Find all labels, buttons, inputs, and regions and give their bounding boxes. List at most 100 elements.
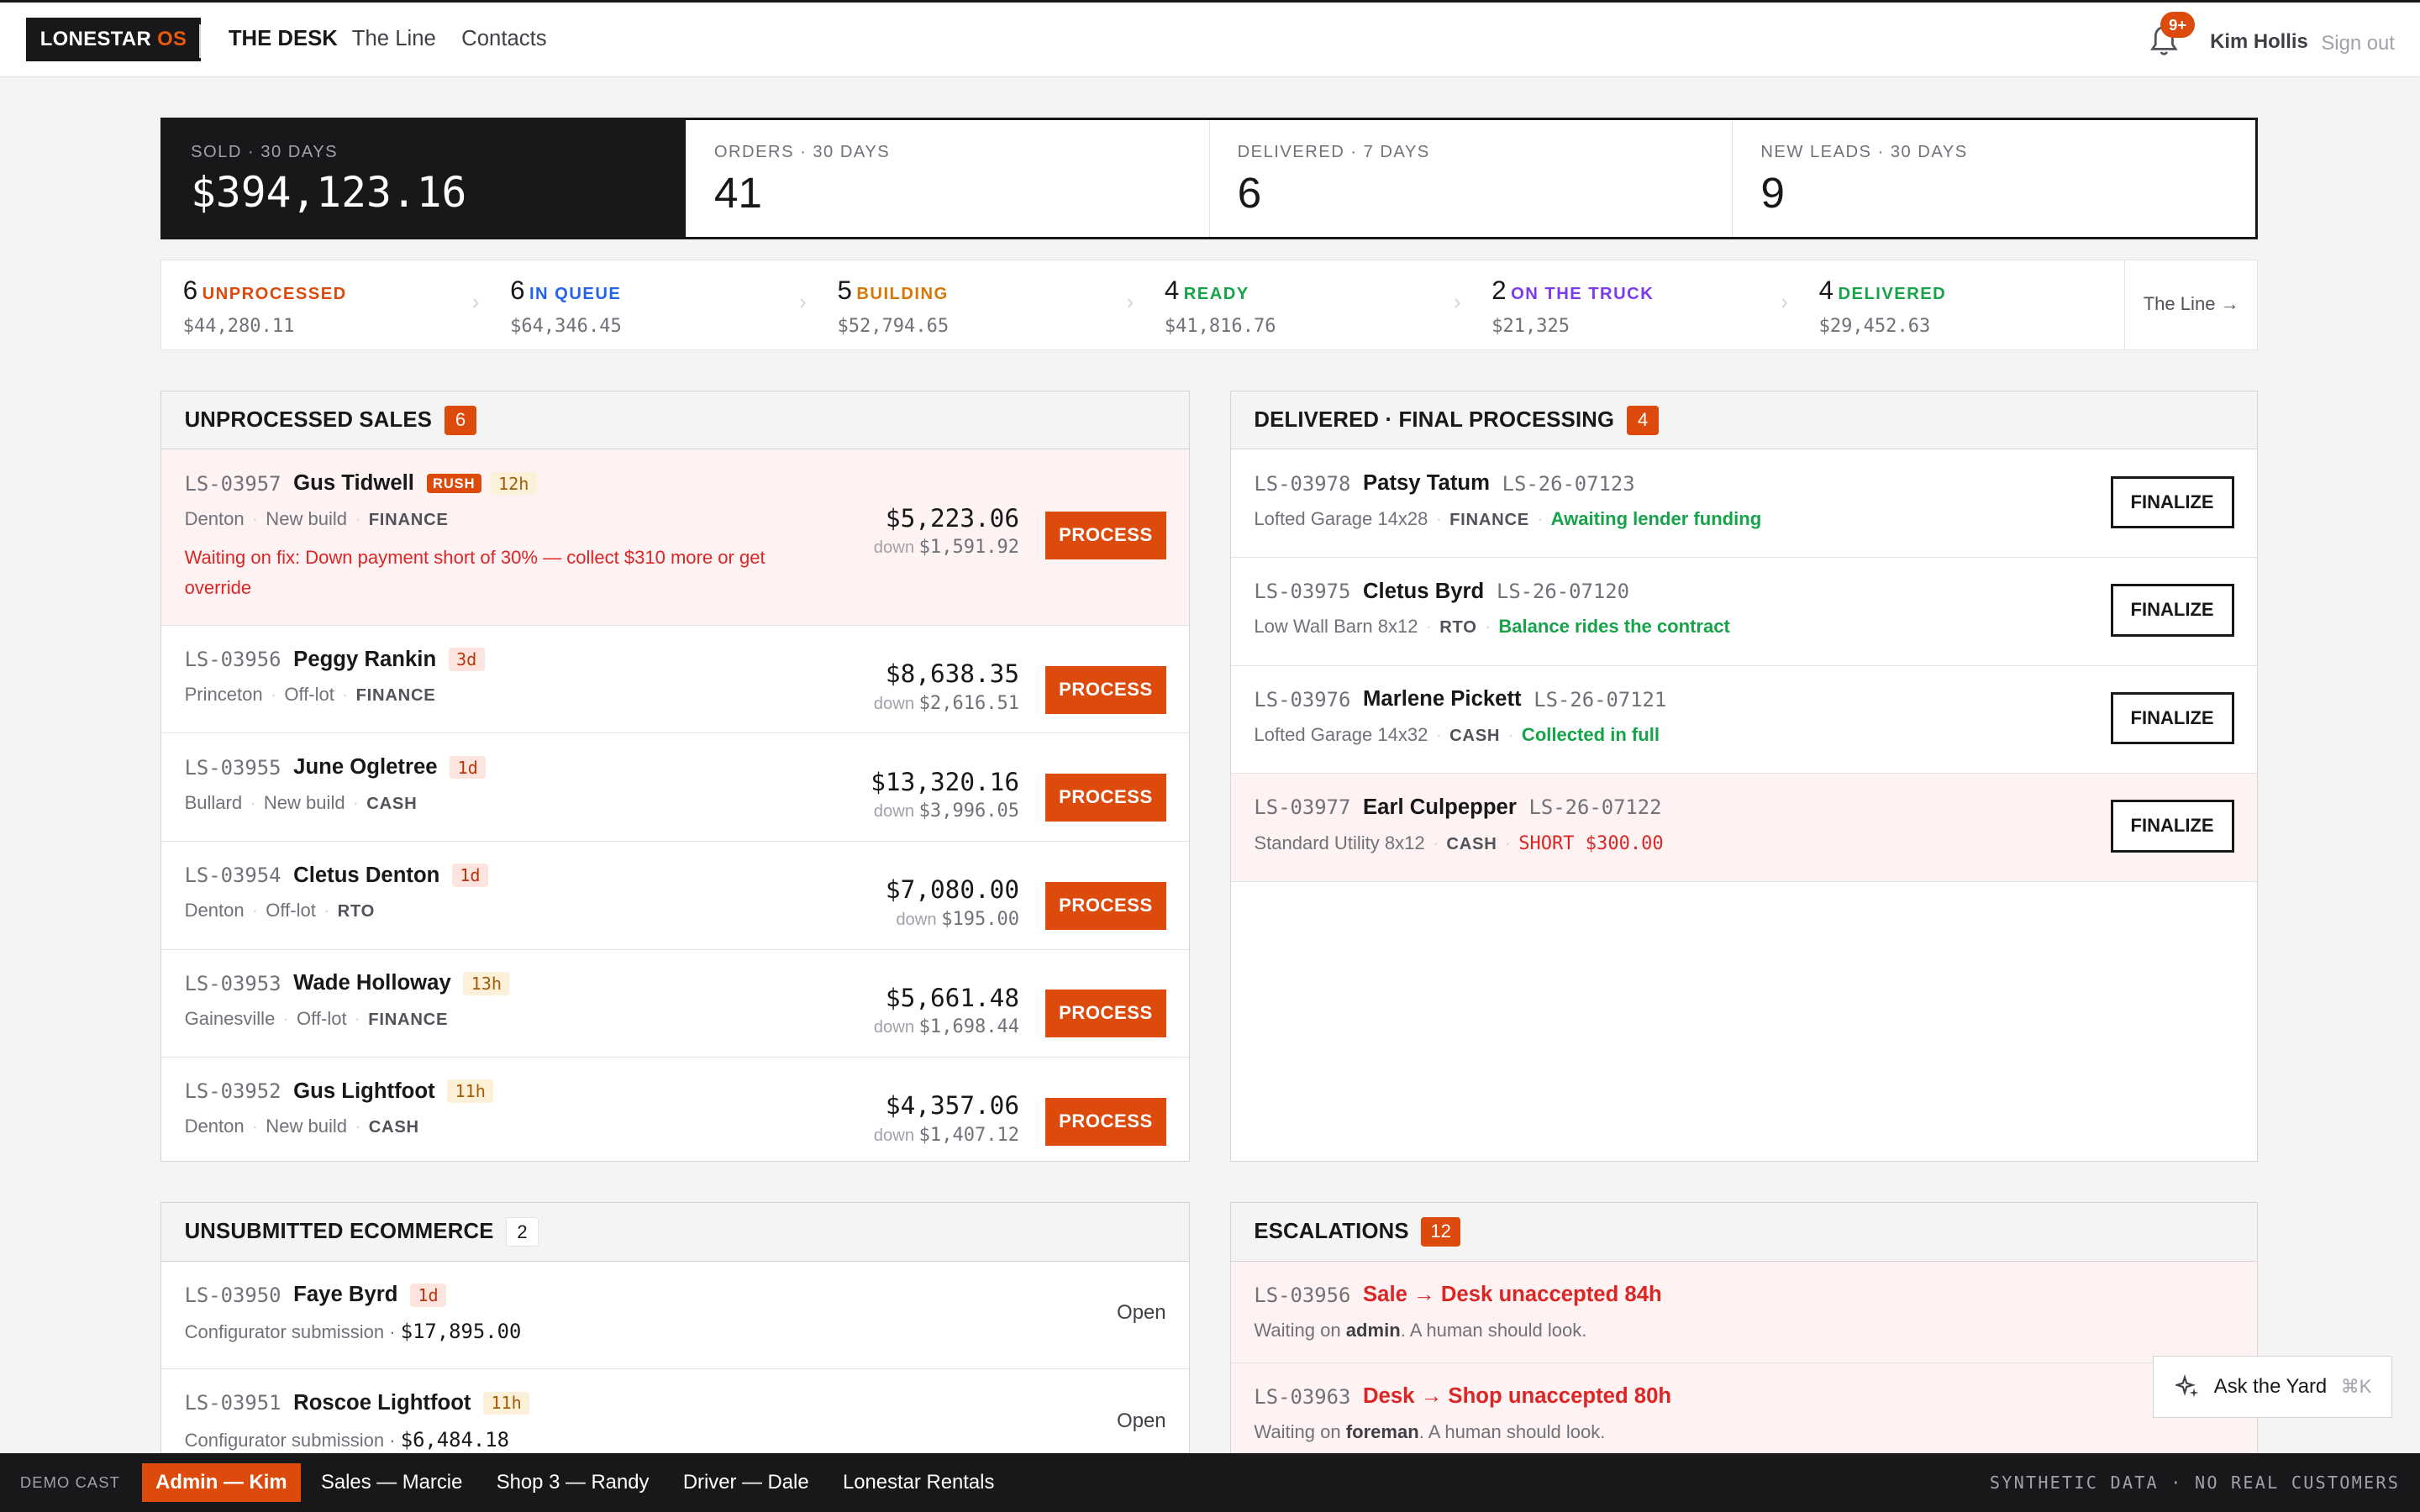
stage-in-queue[interactable]: 6 IN QUEUE $64,346.45 › (488, 260, 815, 349)
stage-building[interactable]: 5 BUILDING $52,794.65 › (816, 260, 1143, 349)
nav-contacts[interactable]: Contacts (461, 27, 546, 51)
process-button[interactable]: PROCESS (1045, 990, 1166, 1038)
stage-on-the-truck[interactable]: 2 ON THE TRUCK $21,325 › (1470, 260, 1797, 349)
stage-name: DELIVERED (1838, 284, 1947, 303)
stage-delivered[interactable]: 4 DELIVERED $29,452.63 (1797, 260, 2124, 349)
status-text: Collected in full (1521, 723, 1660, 745)
escalation-row[interactable]: LS-03956 Sale → Desk unaccepted 84h Waiti… (1230, 1261, 2258, 1363)
delivery-row[interactable]: LS-03975 Cletus Byrd LS-26-07120 Low Wall … (1230, 558, 2258, 666)
finalize-button[interactable]: FINALIZE (2110, 584, 2234, 637)
process-button[interactable]: PROCESS (1045, 881, 1166, 930)
divider (198, 24, 201, 59)
sale-type: Off-lot (297, 1007, 347, 1029)
order-id: LS-03954 (184, 864, 281, 888)
delivery-row[interactable]: LS-03977 Earl Culpepper LS-26-07122 Standa… (1230, 774, 2258, 882)
price: $4,357.06 (885, 1091, 1020, 1121)
process-button[interactable]: PROCESS (1045, 1097, 1166, 1146)
cast-sales-marcie[interactable]: Sales — Marcie (307, 1463, 476, 1502)
process-button[interactable]: PROCESS (1045, 774, 1166, 822)
sale-row[interactable]: LS-03957 Gus Tidwell RUSH 12h Denton · New bu… (161, 449, 1190, 626)
cast-lonestar-rentals[interactable]: Lonestar Rentals (829, 1463, 1007, 1502)
delivery-row[interactable]: LS-03976 Marlene Pickett LS-26-07121 Lofte… (1230, 666, 2258, 774)
sign-out-link[interactable]: Sign out (2321, 32, 2395, 55)
sale-row[interactable]: LS-03956 Peggy Rankin 3d Princeton · Off-lot… (161, 626, 1190, 734)
user-name: Kim Hollis (2210, 30, 2308, 54)
price-block: $5,223.06 down $1,591.92 (874, 504, 1019, 559)
payment-type: FINANCE (368, 510, 449, 529)
delivery-row[interactable]: LS-03978 Patsy Tatum LS-26-07123 Lofted Ga… (1230, 449, 2258, 559)
stat-value: 41 (713, 168, 763, 218)
finalize-button[interactable]: FINALIZE (2110, 800, 2234, 853)
warning-text: Waiting on fix: Down payment short of 30… (184, 546, 765, 599)
order-id: LS-03951 (184, 1391, 281, 1415)
cast-driver-dale[interactable]: Driver — Dale (669, 1463, 823, 1502)
app-logo[interactable]: LONESTAR OS (26, 18, 201, 61)
price: $13,320.16 (871, 767, 1020, 796)
location: Bullard (184, 791, 243, 813)
count-badge: 6 (444, 405, 477, 435)
order-id: LS-03956 (184, 648, 281, 672)
stage-count: 4 (1818, 275, 1833, 305)
nav-the-desk[interactable]: THE DESK (229, 27, 338, 51)
finalize-button[interactable]: FINALIZE (2110, 691, 2234, 745)
price-block: $13,320.16 down $3,996.05 (871, 768, 1019, 822)
age-badge: 13h (463, 971, 510, 995)
sale-row[interactable]: LS-03954 Cletus Denton 1d Denton · Off-lot · R… (161, 842, 1190, 950)
stage-name: READY (1183, 284, 1249, 303)
sale-row[interactable]: LS-03952 Gus Lightfoot 11h Denton · New buil… (161, 1058, 1189, 1161)
stage-count: 5 (837, 275, 852, 305)
open-link[interactable]: Open (1117, 1301, 1165, 1325)
top-bar: LONESTAR OS THE DESK The Line Contacts 9… (0, 0, 2420, 77)
sparkle-icon (2175, 1374, 2199, 1399)
order-id: LS-03975 (1254, 580, 1351, 604)
escalation-owner: foreman (1345, 1421, 1419, 1443)
escalation-text: . A human should look. (1418, 1421, 1606, 1443)
price-block: $4,357.06 down $1,407.12 (874, 1091, 1019, 1146)
stage-unprocessed[interactable]: 6 UNPROCESSED $44,280.11 › (161, 260, 488, 349)
the-line-link[interactable]: The Line → (2124, 260, 2257, 349)
shortcut-hint: ⌘K (2340, 1376, 2372, 1398)
ecommerce-row[interactable]: LS-03950 Faye Byrd 1d Configurator submiss… (161, 1262, 1190, 1370)
stat-orders: ORDERS · 30 DAYS 41 (685, 119, 1209, 237)
synthetic-data-notice: SYNTHETIC DATA · NO REAL CUSTOMERS (1989, 1473, 2401, 1494)
finalize-button[interactable]: FINALIZE (2110, 475, 2234, 529)
status-text: SHORT $300.00 (1518, 832, 1664, 854)
cast-admin-kim[interactable]: Admin — Kim (141, 1462, 302, 1503)
stage-ready[interactable]: 4 READY $41,816.76 › (1143, 260, 1470, 349)
process-button[interactable]: PROCESS (1045, 665, 1166, 714)
down-label: down (873, 538, 915, 558)
count-badge: 4 (1626, 405, 1660, 435)
escalation-text: . A human should look. (1400, 1319, 1587, 1341)
age-badge: 12h (490, 471, 537, 496)
process-button[interactable]: PROCESS (1045, 511, 1166, 559)
panel-title: UNSUBMITTED ECOMMERCE (184, 1219, 494, 1243)
open-link[interactable]: Open (1117, 1410, 1165, 1433)
panel-header: DELIVERED · FINAL PROCESSING 4 (1230, 391, 2258, 450)
logo-accent: OS (157, 28, 187, 51)
nav-the-line[interactable]: The Line (352, 27, 436, 51)
demo-cast-label: DEMO CAST (19, 1473, 120, 1492)
stat-value: 6 (1237, 168, 1262, 218)
escalation-row[interactable]: LS-03963 Desk → Shop unaccepted 80h Waiti… (1230, 1362, 2258, 1465)
stat-sold: SOLD · 30 DAYS $394,123.16 (163, 119, 686, 237)
stat-value: $394,123.16 (191, 168, 467, 218)
panel-title: UNPROCESSED SALES (184, 407, 433, 432)
chevron-right-icon: › (471, 291, 480, 315)
sale-type: Off-lot (266, 900, 316, 921)
sale-row[interactable]: LS-03955 June Ogletree 1d Bullard · New buil… (161, 733, 1190, 842)
stage-amount: $52,794.65 (837, 316, 950, 337)
ask-the-yard-button[interactable]: Ask the Yard ⌘K (2153, 1356, 2392, 1418)
sale-row[interactable]: LS-03953 Wade Holloway 13h Gainesville · Off… (161, 950, 1190, 1058)
escalation-text: Waiting on (1254, 1319, 1346, 1341)
customer-name: Gus Lightfoot (293, 1079, 435, 1103)
stage-amount: $29,452.63 (1818, 316, 1931, 337)
building: Lofted Garage 14x28 (1254, 507, 1428, 529)
stage-name: BUILDING (856, 284, 949, 303)
contract-ref: LS-26-07122 (1528, 795, 1662, 820)
cast-shop-randy[interactable]: Shop 3 — Randy (482, 1463, 663, 1502)
logo-text: LONESTAR (39, 28, 158, 51)
customer-name: Cletus Denton (293, 863, 440, 887)
order-id: LS-03952 (184, 1079, 281, 1104)
order-id: LS-03963 (1254, 1384, 1351, 1409)
order-id: LS-03953 (184, 971, 281, 995)
